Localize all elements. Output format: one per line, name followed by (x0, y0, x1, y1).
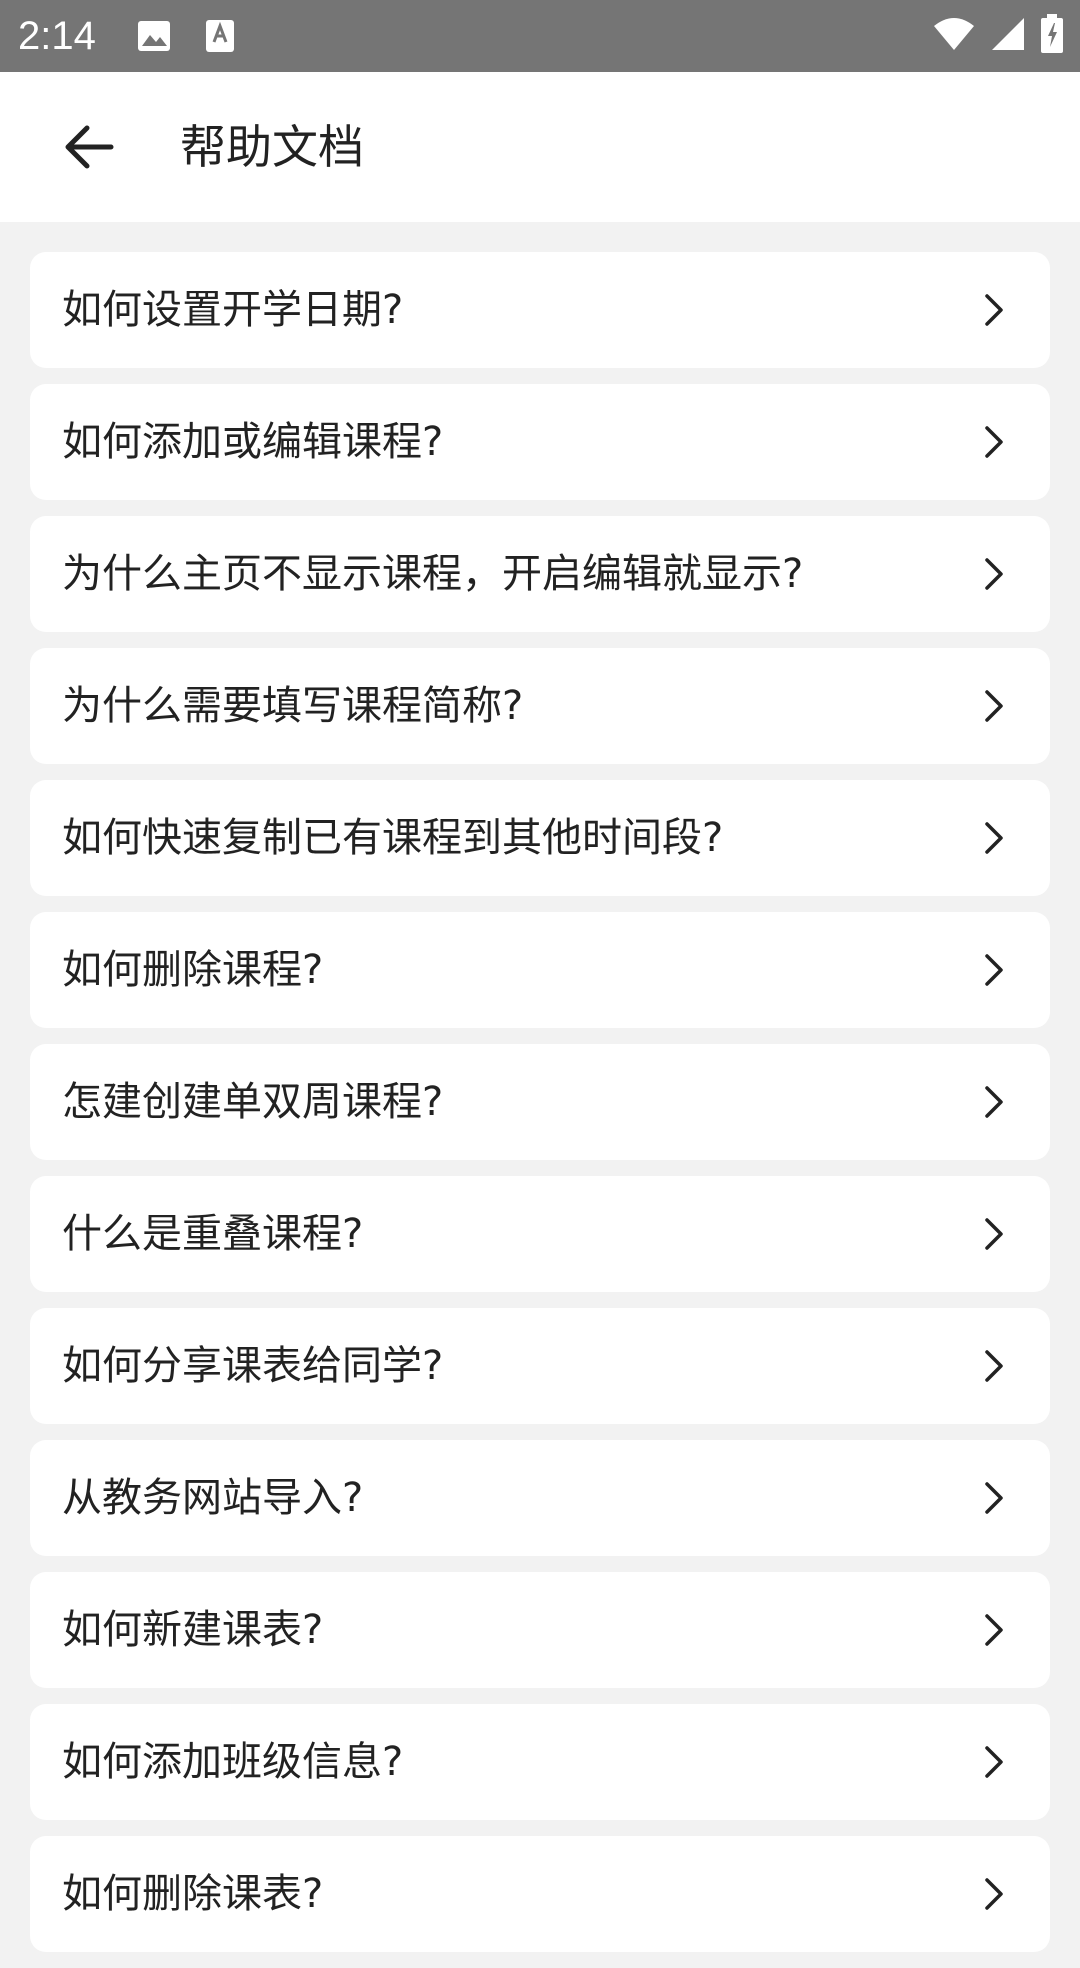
chevron-right-icon (985, 822, 1003, 854)
help-item-label: 如何添加班级信息? (62, 1739, 404, 1785)
help-item[interactable]: 为什么主页不显示课程，开启编辑就显示? (30, 516, 1050, 632)
battery-icon (1040, 14, 1064, 58)
status-left-icons (136, 18, 236, 58)
status-right-icons (932, 14, 1064, 58)
wifi-icon (932, 16, 976, 56)
help-item-label: 为什么需要填写课程简称? (62, 683, 524, 729)
status-time: 2:14 (18, 14, 96, 58)
chevron-right-icon (985, 1482, 1003, 1514)
app-bar: 帮助文档 (0, 72, 1080, 222)
help-item-label: 如何设置开学日期? (62, 287, 404, 333)
help-item-label: 如何分享课表给同学? (62, 1343, 444, 1389)
help-item[interactable]: 如何分享课表给同学? (30, 1308, 1050, 1424)
chevron-right-icon (985, 426, 1003, 458)
chevron-right-icon (985, 1350, 1003, 1382)
help-item[interactable]: 如何添加或编辑课程? (30, 384, 1050, 500)
help-item-label: 如何快速复制已有课程到其他时间段? (62, 815, 724, 861)
help-item[interactable]: 怎建创建单双周课程? (30, 1044, 1050, 1160)
help-item-label: 如何删除课程? (62, 947, 324, 993)
help-item[interactable]: 如何删除课程? (30, 912, 1050, 1028)
chevron-right-icon (985, 954, 1003, 986)
help-item[interactable]: 什么是重叠课程? (30, 1176, 1050, 1292)
help-item[interactable]: 如何删除课表? (30, 1836, 1050, 1952)
help-item-label: 怎建创建单双周课程? (62, 1079, 444, 1125)
chevron-right-icon (985, 558, 1003, 590)
help-item-label: 为什么主页不显示课程，开启编辑就显示? (62, 551, 804, 597)
help-item-label: 什么是重叠课程? (62, 1211, 364, 1257)
back-button[interactable] (52, 110, 126, 184)
chevron-right-icon (985, 1614, 1003, 1646)
chevron-right-icon (985, 294, 1003, 326)
help-item[interactable]: 为什么需要填写课程简称? (30, 648, 1050, 764)
chevron-right-icon (985, 1746, 1003, 1778)
page-title: 帮助文档 (180, 120, 364, 174)
help-item[interactable]: 如何新建课表? (30, 1572, 1050, 1688)
signal-icon (990, 16, 1026, 56)
help-list: 如何设置开学日期? 如何添加或编辑课程? 为什么主页不显示课程，开启编辑就显示? 为什… (30, 252, 1050, 1968)
help-item-label: 如何添加或编辑课程? (62, 419, 444, 465)
help-item[interactable]: 从教务网站导入? (30, 1440, 1050, 1556)
chevron-right-icon (985, 1218, 1003, 1250)
status-bar: 2:14 (0, 0, 1080, 72)
chevron-right-icon (985, 690, 1003, 722)
image-icon (136, 18, 172, 58)
help-item[interactable]: 如何设置开学日期? (30, 252, 1050, 368)
help-item[interactable]: 如何添加班级信息? (30, 1704, 1050, 1820)
chevron-right-icon (985, 1878, 1003, 1910)
text-icon (204, 18, 236, 58)
help-item-label: 如何新建课表? (62, 1607, 324, 1653)
help-item-label: 如何删除课表? (62, 1871, 324, 1917)
arrow-left-icon (65, 125, 114, 169)
help-item[interactable]: 如何快速复制已有课程到其他时间段? (30, 780, 1050, 896)
chevron-right-icon (985, 1086, 1003, 1118)
help-item-label: 从教务网站导入? (62, 1475, 364, 1521)
